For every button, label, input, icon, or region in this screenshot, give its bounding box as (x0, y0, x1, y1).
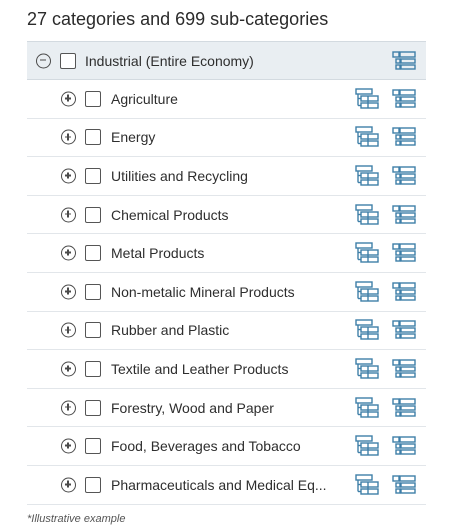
category-checkbox[interactable] (85, 206, 101, 223)
root-label: Industrial (Entire Economy) (85, 52, 254, 69)
hierarchy-tree-icon[interactable] (355, 126, 379, 148)
tree-row: Pharmaceuticals and Medical Eq... (27, 466, 426, 505)
list-tree-icon[interactable] (392, 475, 416, 495)
category-checkbox[interactable] (85, 90, 101, 107)
expand-icon[interactable] (61, 245, 76, 261)
category-checkbox[interactable] (85, 438, 101, 455)
category-label: Agriculture (111, 90, 178, 107)
list-tree-icon[interactable] (392, 436, 416, 456)
hierarchy-tree-icon[interactable] (355, 242, 379, 264)
hierarchy-tree-icon[interactable] (355, 281, 379, 303)
tree-row: Textile and Leather Products (27, 350, 426, 389)
tree-row: Forestry, Wood and Paper (27, 389, 426, 428)
category-checkbox[interactable] (85, 283, 101, 300)
category-label: Pharmaceuticals and Medical Eq... (111, 476, 327, 493)
tree-row: Chemical Products (27, 196, 426, 235)
expand-icon[interactable] (61, 361, 76, 377)
category-label: Non-metalic Mineral Products (111, 283, 295, 300)
category-label: Energy (111, 129, 156, 146)
category-label: Rubber and Plastic (111, 322, 230, 339)
expand-icon[interactable] (61, 129, 76, 145)
category-checkbox[interactable] (85, 245, 101, 262)
category-label: Chemical Products (111, 206, 229, 223)
list-tree-icon[interactable] (392, 166, 416, 186)
list-tree-icon[interactable] (392, 89, 416, 109)
tree-row: Non-metalic Mineral Products (27, 273, 426, 312)
tree-row: Food, Beverages and Tobacco (27, 427, 426, 466)
category-label: Textile and Leather Products (111, 360, 289, 377)
expand-icon[interactable] (61, 438, 76, 454)
checkbox-root[interactable] (60, 52, 76, 69)
hierarchy-tree-icon[interactable] (355, 203, 379, 226)
category-label: Food, Beverages and Tobacco (111, 438, 301, 455)
tree-row: Energy (27, 119, 426, 158)
category-tree: Industrial (Entire Economy) Agriculture E… (27, 41, 426, 505)
list-tree-icon[interactable] (392, 397, 416, 418)
hierarchy-tree-icon[interactable] (355, 396, 379, 419)
category-checkbox[interactable] (85, 360, 101, 377)
hierarchy-tree-icon[interactable] (355, 165, 379, 187)
category-label: Forestry, Wood and Paper (111, 399, 274, 416)
category-label: Utilities and Recycling (111, 167, 248, 184)
footnote: *Illustrative example (27, 513, 126, 525)
category-label: Metal Products (111, 245, 205, 262)
expand-icon[interactable] (61, 400, 76, 416)
tree-row: Utilities and Recycling (27, 157, 426, 196)
hierarchy-tree-icon[interactable] (355, 358, 379, 380)
list-tree-icon[interactable] (392, 359, 416, 379)
tree-row: Metal Products (27, 234, 426, 273)
expand-icon[interactable] (61, 168, 76, 184)
list-tree-icon[interactable] (392, 50, 416, 71)
hierarchy-tree-icon[interactable] (355, 88, 379, 110)
hierarchy-tree-icon[interactable] (355, 474, 379, 496)
expand-icon[interactable] (61, 91, 76, 107)
list-tree-icon[interactable] (392, 320, 416, 340)
expand-icon[interactable] (61, 284, 76, 300)
tree-row: Rubber and Plastic (27, 312, 426, 351)
category-checkbox[interactable] (85, 129, 101, 146)
category-checkbox[interactable] (85, 167, 101, 184)
category-checkbox[interactable] (85, 476, 101, 493)
page-title: 27 categories and 699 sub-categories (27, 9, 329, 29)
hierarchy-tree-icon[interactable] (355, 319, 379, 341)
category-checkbox[interactable] (85, 399, 101, 416)
expand-icon[interactable] (61, 477, 76, 493)
category-checkbox[interactable] (85, 322, 101, 339)
list-tree-icon[interactable] (392, 282, 416, 302)
list-tree-icon[interactable] (392, 127, 416, 147)
collapse-icon[interactable] (36, 53, 51, 68)
expand-icon[interactable] (61, 207, 76, 223)
tree-row: Agriculture (27, 80, 426, 119)
hierarchy-tree-icon[interactable] (355, 435, 379, 457)
list-tree-icon[interactable] (392, 204, 416, 225)
expand-icon[interactable] (61, 322, 76, 338)
tree-row-root: Industrial (Entire Economy) (27, 41, 426, 80)
list-tree-icon[interactable] (392, 243, 416, 263)
